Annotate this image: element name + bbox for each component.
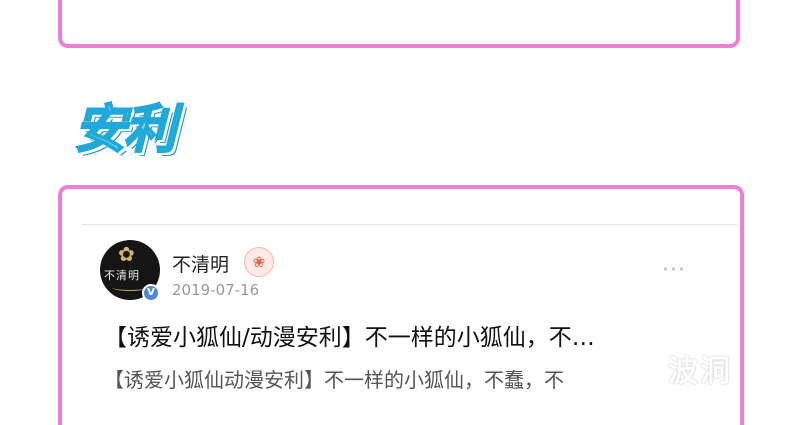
section-title: 安利 <box>73 99 177 161</box>
card-divider <box>82 224 737 225</box>
post-excerpt[interactable]: 【诱爱小狐仙动漫安利】不一样的小狐仙，不蠢，不 <box>104 364 704 393</box>
verified-badge-icon: V <box>142 284 160 302</box>
watermark-logo: 波洞 <box>668 354 732 389</box>
username[interactable]: 不清明 <box>172 250 229 277</box>
user-badge-icon: ❀ <box>244 247 274 277</box>
previous-card-frame <box>58 0 740 48</box>
avatar-calligraphy: 不清明 <box>104 269 140 282</box>
flower-icon: ✿ <box>118 242 135 266</box>
post-title[interactable]: 【诱爱小狐仙/动漫安利】不一样的小狐仙，不… <box>104 318 595 352</box>
more-options-icon[interactable]: ··· <box>662 258 686 283</box>
post-date: 2019-07-16 <box>172 281 260 299</box>
